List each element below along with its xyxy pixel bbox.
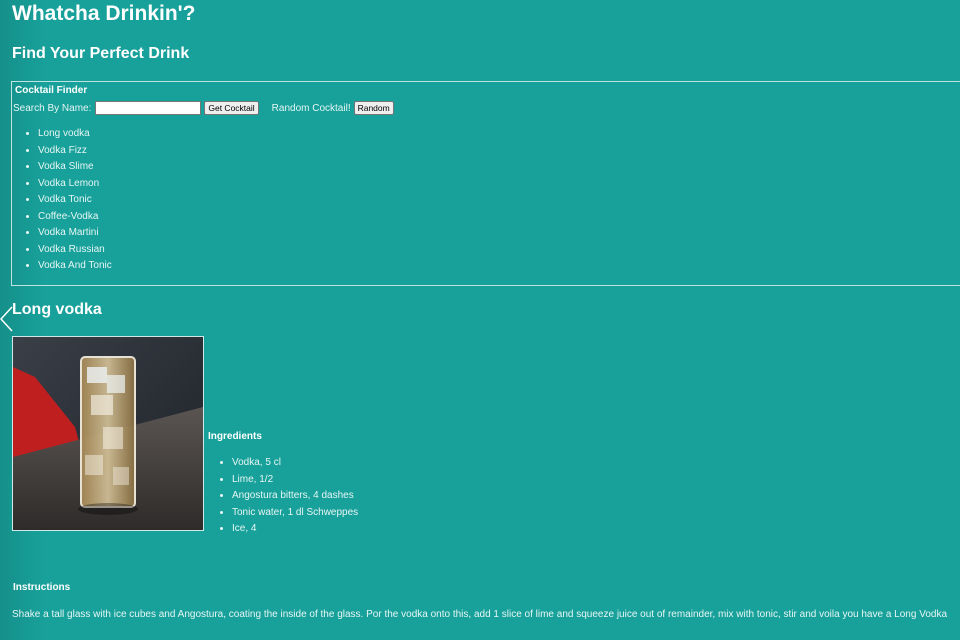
get-cocktail-button[interactable]: Get Cocktail	[204, 101, 259, 115]
ingredient-item: Ice, 4	[232, 521, 358, 538]
page-title: Whatcha Drinkin'?	[12, 2, 196, 25]
finder-legend: Cocktail Finder	[15, 85, 88, 96]
search-label: Search By Name:	[13, 102, 92, 114]
ingredient-item: Vodka, 5 cl	[232, 455, 358, 472]
list-item[interactable]: Vodka Russian	[38, 242, 112, 259]
list-item[interactable]: Vodka Fizz	[38, 143, 112, 160]
random-label: Random Cocktail!	[271, 102, 351, 114]
list-item[interactable]: Vodka Tonic	[38, 192, 112, 209]
search-input[interactable]	[95, 101, 202, 115]
instructions-text: Shake a tall glass with ice cubes and An…	[12, 609, 947, 620]
ingredient-item: Tonic water, 1 dl Schweppes	[232, 505, 358, 522]
list-item[interactable]: Coffee-Vodka	[38, 209, 112, 226]
drink-photo	[12, 336, 204, 531]
list-item[interactable]: Vodka Lemon	[38, 176, 112, 193]
results-list: Long vodka Vodka Fizz Vodka Slime Vodka …	[22, 126, 112, 275]
list-item[interactable]: Vodka Martini	[38, 225, 112, 242]
ingredient-item: Lime, 1/2	[232, 472, 358, 489]
ingredients-list: Vodka, 5 cl Lime, 1/2 Angostura bitters,…	[216, 455, 358, 538]
ingredient-item: Angostura bitters, 4 dashes	[232, 488, 358, 505]
list-item[interactable]: Vodka And Tonic	[38, 258, 112, 275]
ingredients-title: Ingredients	[208, 431, 262, 442]
list-item[interactable]: Vodka Slime	[38, 159, 112, 176]
random-button[interactable]: Random	[353, 101, 394, 115]
list-item[interactable]: Long vodka	[38, 126, 112, 143]
instructions-title: Instructions	[13, 582, 71, 593]
search-row: Search By Name: Get Cocktail Random Cock…	[13, 100, 394, 116]
drink-name: Long vodka	[12, 301, 102, 318]
page-subtitle: Find Your Perfect Drink	[12, 45, 190, 62]
cocktail-finder: Cocktail Finder Search By Name: Get Cock…	[11, 81, 960, 286]
